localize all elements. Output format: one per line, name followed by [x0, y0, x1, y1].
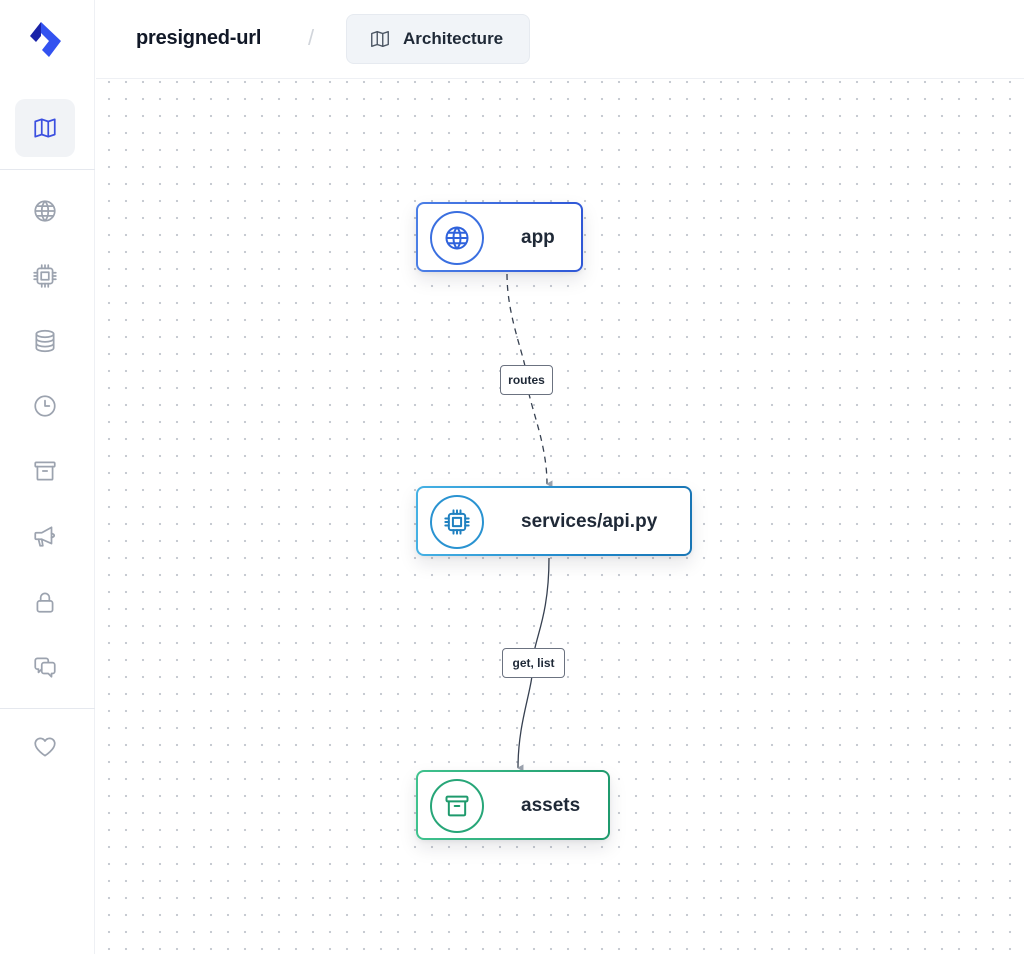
tab-architecture[interactable]: Architecture: [346, 14, 530, 64]
cpu-icon: [444, 509, 470, 535]
node-label: services/api.py: [521, 511, 658, 532]
globe-icon: [445, 226, 469, 250]
node-body: app: [418, 204, 581, 270]
header: presigned-url / Architecture: [96, 0, 1024, 79]
sidebar-item-globe[interactable]: [15, 182, 75, 240]
node-app[interactable]: app: [416, 202, 583, 272]
sidebar-item-services[interactable]: [15, 247, 75, 305]
node-label: assets: [521, 795, 581, 816]
node-body: services/api.py: [418, 488, 690, 554]
project-name[interactable]: presigned-url: [136, 27, 261, 50]
lock-icon: [36, 592, 54, 613]
node-assets[interactable]: assets: [416, 770, 610, 840]
sidebar-item-secrets[interactable]: [15, 573, 75, 631]
sidebar-item-pubsub[interactable]: [15, 507, 75, 565]
node-body: assets: [418, 772, 608, 838]
map-icon: [371, 30, 389, 48]
archive-icon: [34, 461, 56, 481]
sidebar-item-databases[interactable]: [15, 312, 75, 370]
sidebar-item-chat[interactable]: [15, 638, 75, 696]
database-icon: [35, 329, 55, 353]
archive-icon: [445, 795, 469, 817]
edge-label-routes[interactable]: routes: [500, 365, 553, 395]
sidebar-item-buckets[interactable]: [15, 442, 75, 500]
node-label: app: [521, 227, 555, 248]
node-icon-badge: [430, 779, 484, 833]
globe-icon: [34, 200, 56, 222]
node-services-api[interactable]: services/api.py: [416, 486, 692, 556]
sidebar-item-favorites[interactable]: [15, 718, 75, 776]
node-icon-badge: [430, 495, 484, 549]
sidebar-divider: [0, 708, 95, 709]
sidebar-item-cron[interactable]: [15, 377, 75, 435]
node-icon-badge: [430, 211, 484, 265]
edge-label-get-list[interactable]: get, list: [502, 648, 565, 678]
breadcrumb-separator: /: [308, 25, 315, 50]
cpu-icon: [33, 264, 57, 288]
tab-label: Architecture: [403, 29, 504, 48]
sidebar: [0, 0, 95, 954]
megaphone-icon: [34, 526, 56, 547]
map-icon: [34, 118, 56, 138]
heart-icon: [34, 737, 56, 757]
clock-icon: [34, 395, 56, 417]
chat-icon: [34, 657, 56, 678]
logo-icon[interactable]: [27, 19, 63, 59]
sidebar-item-architecture[interactable]: [15, 99, 75, 157]
sidebar-divider: [0, 169, 95, 170]
